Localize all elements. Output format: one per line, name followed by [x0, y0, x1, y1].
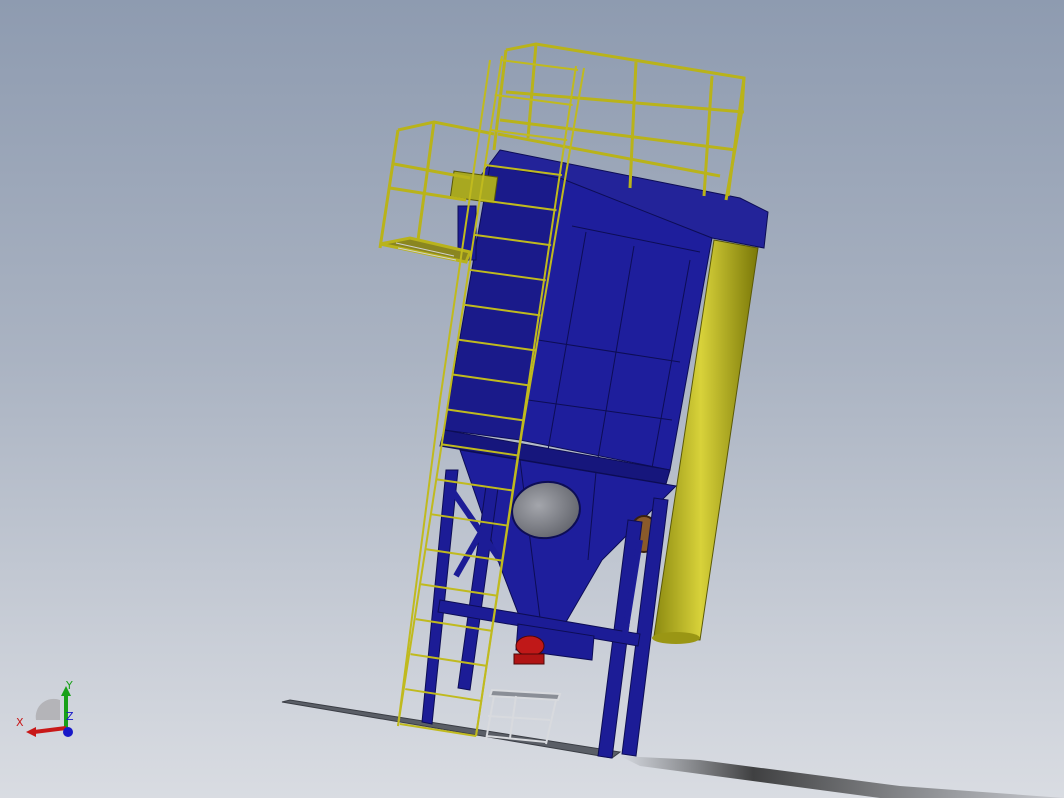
ladder-rung: [410, 653, 487, 667]
ladder-rung: [405, 688, 482, 702]
floor-shadow: [620, 756, 1064, 798]
graphics-viewport[interactable]: Y X Z: [0, 0, 1064, 798]
floor-rail: [281, 699, 622, 759]
ladder-rung: [499, 59, 579, 71]
3d-model-view[interactable]: [0, 0, 1064, 798]
x-axis-label: X: [16, 716, 24, 729]
z-axis-label: Z: [66, 710, 74, 723]
view-orientation-triad[interactable]: Y X Z: [14, 676, 84, 746]
y-axis-label: Y: [65, 679, 73, 692]
discharge-motor: [513, 635, 545, 665]
ladder-rung: [415, 618, 493, 632]
ladder-rung: [420, 583, 498, 597]
triad-plane-icon: [35, 698, 60, 720]
